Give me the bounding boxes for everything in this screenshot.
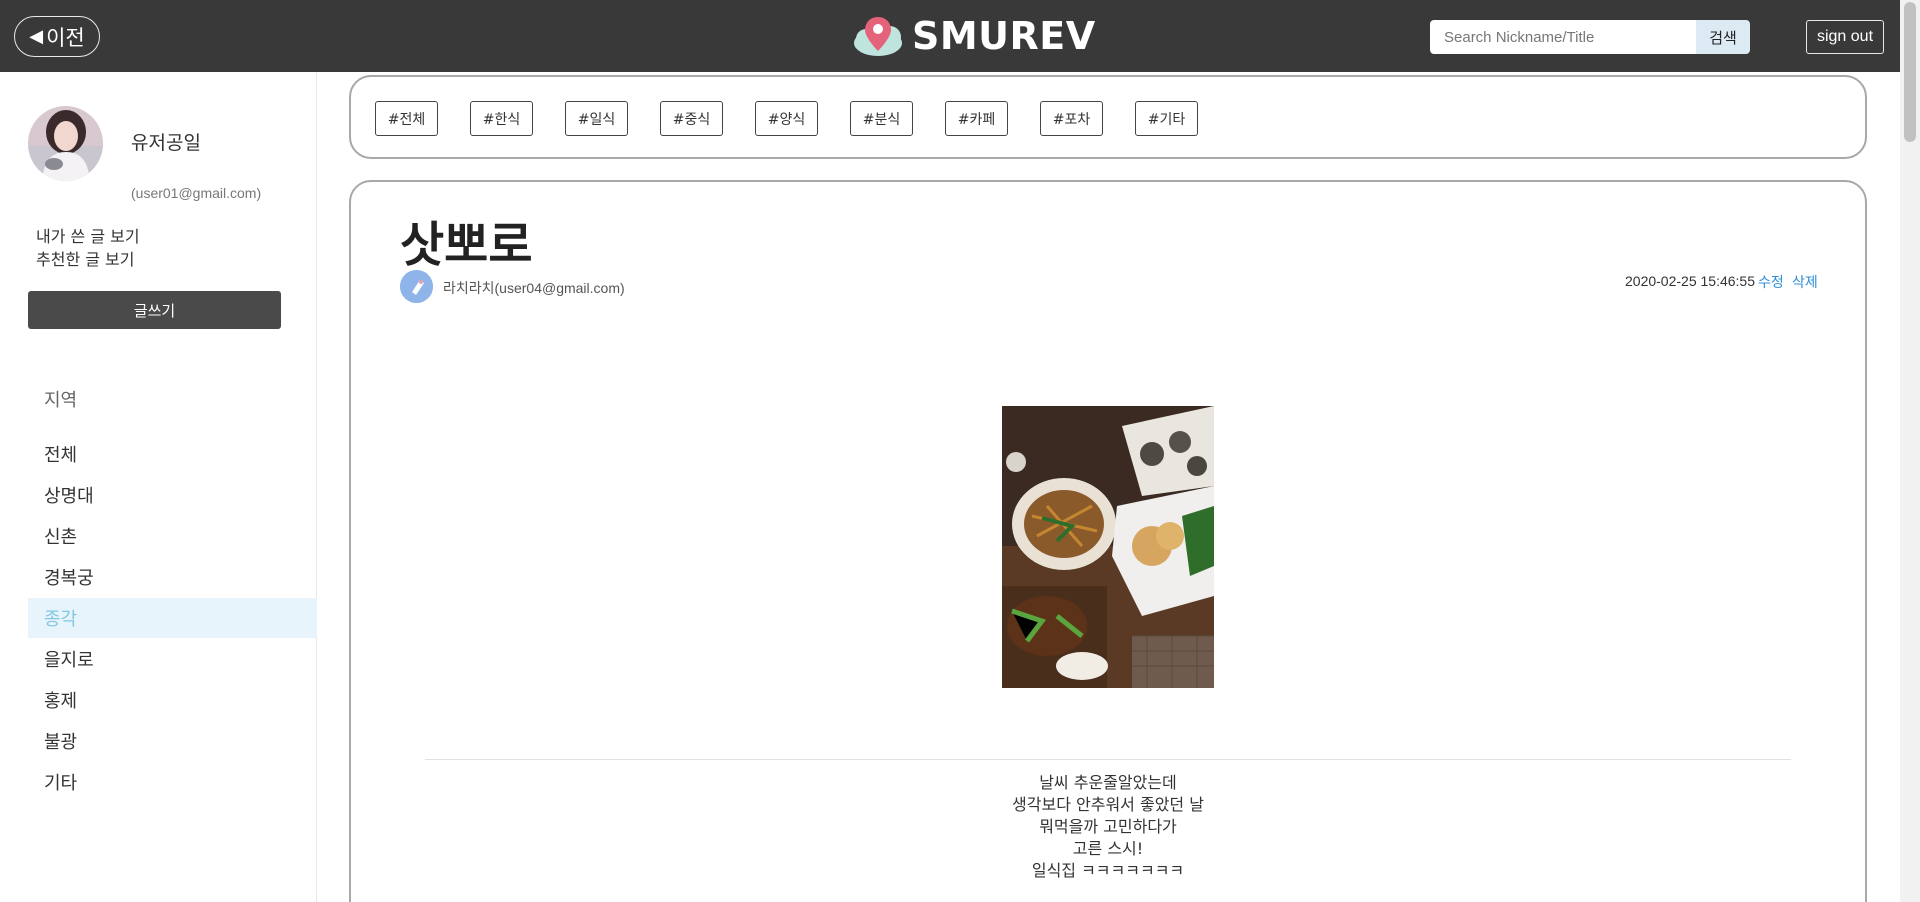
region-item[interactable]: 신촌 xyxy=(28,516,317,556)
category-button[interactable]: #분식 xyxy=(850,101,913,136)
region-item[interactable]: 을지로 xyxy=(28,639,317,679)
category-button[interactable]: #중식 xyxy=(660,101,723,136)
category-button[interactable]: #양식 xyxy=(755,101,818,136)
category-button[interactable]: #포차 xyxy=(1040,101,1103,136)
content-divider xyxy=(425,759,1791,760)
category-button[interactable]: #카페 xyxy=(945,101,1008,136)
my-posts-link[interactable]: 내가 쓴 글 보기 xyxy=(36,223,140,247)
recommended-posts-link[interactable]: 추천한 글 보기 xyxy=(36,246,135,270)
delete-post-link[interactable]: 삭제 xyxy=(1792,272,1818,292)
region-item[interactable]: 홍제 xyxy=(28,680,317,720)
post-body-line: 날씨 추운줄알았는데 xyxy=(1039,773,1177,792)
post-author[interactable]: 라치라치(user04@gmail.com) xyxy=(443,278,625,298)
post-body-line: 생각보다 안추워서 좋았던 날 xyxy=(1012,795,1204,814)
search-button[interactable]: 검색 xyxy=(1696,20,1750,54)
back-button-label: 이전 xyxy=(46,25,85,50)
post-body-line: 뭐먹을까 고민하다가 xyxy=(1039,817,1177,836)
user-avatar[interactable] xyxy=(28,106,103,181)
category-filter-bar: #전체 #한식 #일식 #중식 #양식 #분식 #카페 #포차 #기타 xyxy=(349,75,1867,159)
sign-out-button[interactable]: sign out xyxy=(1806,20,1884,54)
logo-icon xyxy=(852,13,904,59)
post-card: 삿뽀로 라치라치(user04@gmail.com) 2020-02-25 15… xyxy=(349,180,1867,902)
category-button[interactable]: #일식 xyxy=(565,101,628,136)
brand-name: SMUREV xyxy=(912,14,1096,58)
post-body: 날씨 추운줄알았는데생각보다 안추워서 좋았던 날뭐먹을까 고민하다가고른 스시… xyxy=(351,772,1865,882)
write-post-button[interactable]: 글쓰기 xyxy=(28,291,281,329)
post-photo xyxy=(1002,406,1214,688)
post-date: 2020-02-25 15:46:55 xyxy=(1625,273,1755,289)
region-item[interactable]: 전체 xyxy=(28,434,317,474)
category-button[interactable]: #기타 xyxy=(1135,101,1198,136)
region-item[interactable]: 종각 xyxy=(28,598,317,638)
search-input[interactable] xyxy=(1430,20,1696,54)
region-heading: 지역 xyxy=(44,390,78,411)
author-avatar[interactable] xyxy=(400,270,433,303)
scrollbar-thumb[interactable] xyxy=(1904,2,1916,142)
region-item[interactable]: 기타 xyxy=(28,762,317,802)
user-email: (user01@gmail.com) xyxy=(131,185,262,201)
category-button[interactable]: #전체 xyxy=(375,101,438,136)
category-button[interactable]: #한식 xyxy=(470,101,533,136)
page-scrollbar[interactable] xyxy=(1900,0,1920,902)
region-item[interactable]: 불광 xyxy=(28,721,317,761)
back-button[interactable]: ◀ 이전 xyxy=(14,16,100,57)
region-item[interactable]: 상명대 xyxy=(28,475,317,515)
top-navbar: ◀ 이전 SMUREV 검색 sign out xyxy=(0,0,1900,72)
region-item[interactable]: 경복궁 xyxy=(28,557,317,597)
post-title: 삿뽀로 xyxy=(400,217,533,273)
sidebar: 유저공일 (user01@gmail.com) 내가 쓴 글 보기 추천한 글 … xyxy=(0,72,317,902)
user-nickname: 유저공일 xyxy=(131,132,201,154)
back-arrow-icon: ◀ xyxy=(29,25,44,47)
post-body-line: 고른 스시! xyxy=(1072,839,1144,858)
brand-logo[interactable]: SMUREV xyxy=(852,12,1096,60)
post-body-line: 일식집 ㅋㅋㅋㅋㅋㅋㅋ xyxy=(1031,861,1185,880)
edit-post-link[interactable]: 수정 xyxy=(1758,272,1784,292)
